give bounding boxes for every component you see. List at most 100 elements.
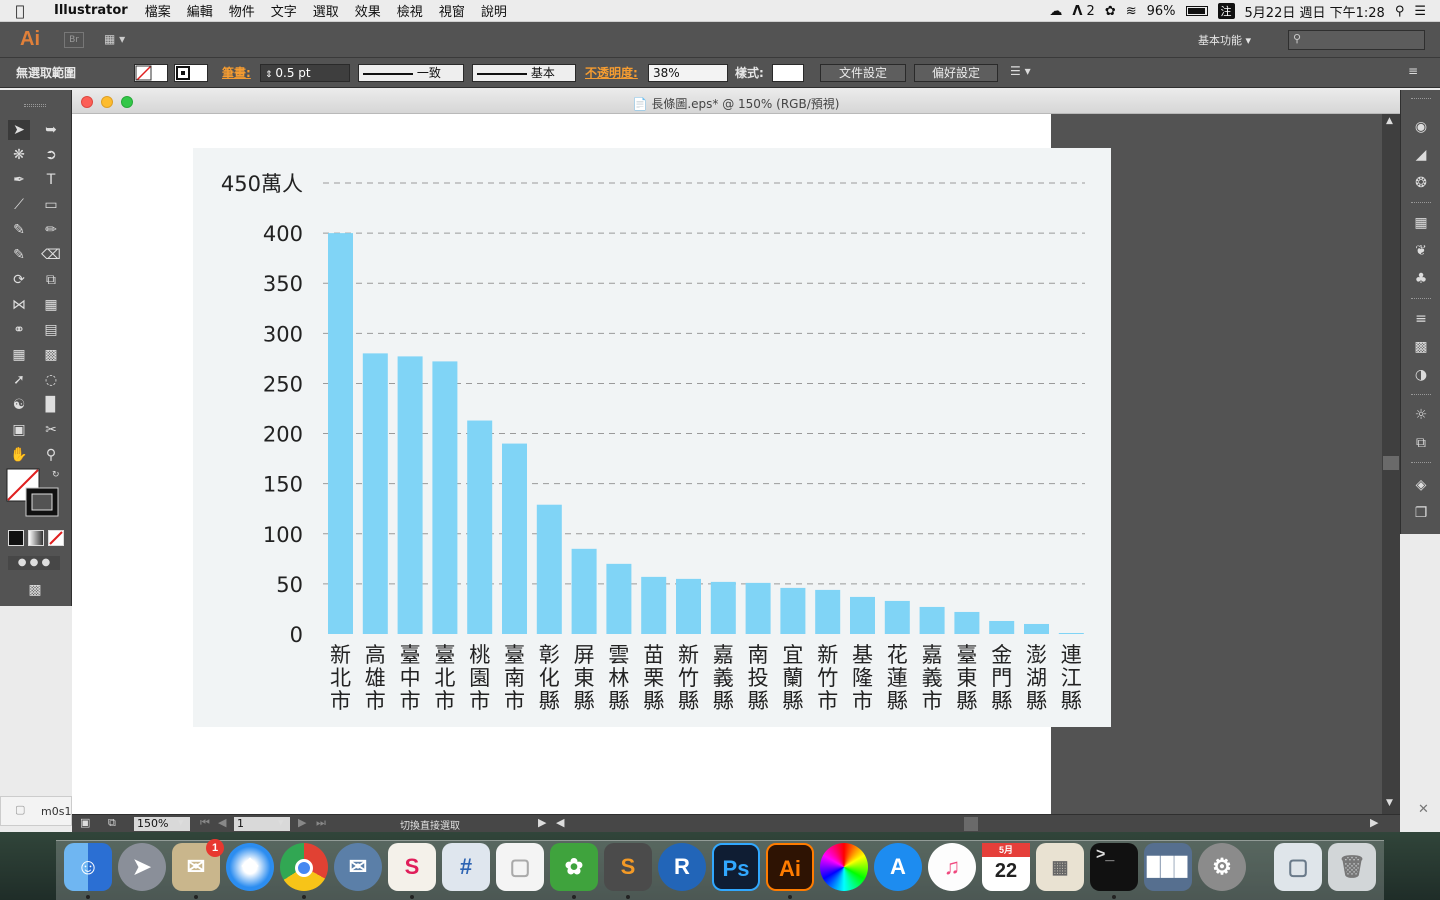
launchpad-icon[interactable]: ➤ — [118, 843, 166, 891]
pen-tool-icon[interactable]: ✒ — [8, 170, 30, 190]
terminal-icon[interactable]: >_ — [1090, 843, 1138, 891]
photoshop-icon[interactable]: Ps — [712, 843, 760, 891]
scroll-left-icon[interactable]: ◀ — [556, 816, 564, 829]
menu-type[interactable]: 文字 — [263, 1, 305, 20]
mail-icon[interactable]: ✉ 1 — [172, 839, 224, 891]
r-app-icon[interactable]: R — [658, 843, 706, 891]
appearance-icon[interactable]: ☼ — [1411, 406, 1431, 424]
symbol-sprayer-tool-icon[interactable]: ☯ — [8, 395, 30, 415]
opacity-label[interactable]: 不透明度: — [585, 64, 638, 82]
opacity-field[interactable]: 38% — [648, 64, 728, 82]
perspective-grid-tool-icon[interactable]: ▤ — [40, 320, 62, 340]
adobe-status[interactable]: Λ 2 — [1072, 4, 1094, 19]
gradient-tool-icon[interactable]: ▩ — [40, 345, 62, 365]
battery-percent[interactable]: 96% — [1147, 4, 1176, 19]
slice-tool-icon[interactable]: ✂ — [40, 420, 62, 440]
shape-builder-tool-icon[interactable]: ⚭ — [8, 320, 30, 340]
canvas[interactable]: 0 50 100 150 200 250 300 350 400 450萬人新北市高雄市臺中市臺北… — [72, 114, 1382, 814]
last-page-icon[interactable]: ⏭ — [316, 816, 326, 830]
rectangle-tool-icon[interactable]: ▭ — [40, 195, 62, 215]
eyedropper-tool-icon[interactable]: ➚ — [8, 370, 30, 390]
battery-icon[interactable] — [1185, 6, 1208, 16]
prev-page-icon[interactable]: ◀ — [218, 816, 226, 829]
activity-monitor-icon[interactable]: ▉▉▉ — [1144, 843, 1192, 891]
gradient-mode-icon[interactable] — [28, 530, 44, 546]
stroke-swatch[interactable] — [174, 64, 208, 82]
line-tool-icon[interactable]: ⟋ — [8, 195, 30, 215]
help-search-input[interactable]: ⚲ — [1288, 30, 1425, 50]
menu-file[interactable]: 檔案 — [137, 1, 179, 20]
stroke-label[interactable]: 筆畫: — [222, 64, 251, 82]
scroll-right-icon[interactable]: ▶ — [1370, 816, 1378, 829]
mesh-tool-icon[interactable]: ▦ — [8, 345, 30, 365]
paintbrush-tool-icon[interactable]: ✎ — [8, 220, 30, 240]
apple-menu-icon[interactable]:  — [0, 2, 40, 20]
next-page-icon[interactable]: ▶ — [298, 816, 306, 829]
direct-selection-tool-icon[interactable]: ➥ — [40, 120, 62, 140]
zoom-tool-icon[interactable]: ⚲ — [40, 445, 62, 465]
artboard-navigator-icon[interactable]: ▣ — [80, 816, 90, 829]
text-file-icon[interactable]: ▢ — [496, 843, 544, 891]
color-mode-icon[interactable] — [8, 530, 24, 546]
chrome-icon[interactable] — [280, 843, 328, 891]
artboards-icon[interactable]: ❐ — [1411, 504, 1431, 522]
app-store-icon[interactable]: A — [874, 843, 922, 891]
document-titlebar[interactable]: 📄 長條圖.eps* @ 150% (RGB/預視) — [72, 90, 1400, 114]
style-swatch[interactable] — [772, 64, 804, 82]
clock[interactable]: 5月22日 週日 下午1:28 — [1245, 2, 1385, 21]
free-transform-tool-icon[interactable]: ▦ — [40, 295, 62, 315]
eraser-tool-icon[interactable]: ⌫ — [40, 245, 62, 265]
menu-window[interactable]: 視窗 — [431, 1, 473, 20]
preferences-button[interactable]: 偏好設定 — [914, 64, 998, 82]
input-method-icon[interactable]: 注 — [1217, 3, 1235, 19]
panel-menu-icon[interactable]: ≡ — [1408, 64, 1418, 82]
column-graph-tool-icon[interactable]: ▉ — [40, 395, 62, 415]
stroke-weight-field[interactable]: ⇕ 0.5 pt — [260, 64, 350, 82]
magic-wand-tool-icon[interactable]: ❋ — [8, 145, 30, 165]
color-panel-icon[interactable]: ◉ — [1411, 118, 1431, 136]
menu-select[interactable]: 選取 — [305, 1, 347, 20]
artboard-tool-icon[interactable]: ▣ — [8, 420, 30, 440]
messages-icon[interactable]: ✉ — [334, 843, 382, 891]
app-menu[interactable]: Illustrator — [40, 3, 137, 18]
scroll-thumb[interactable] — [1383, 456, 1399, 470]
first-page-icon[interactable]: ⏮ — [200, 816, 210, 830]
menu-view[interactable]: 檢視 — [389, 1, 431, 20]
arrange-documents-button[interactable]: ▦ ▾ — [104, 32, 134, 48]
evernote-menu-icon[interactable]: ✿ — [1105, 4, 1116, 19]
hand-tool-icon[interactable]: ✋ — [8, 445, 30, 465]
downloads-folder-icon[interactable]: ▢ — [1274, 843, 1322, 891]
minimized-document-tab[interactable]: ▢ m0s1 — [0, 796, 72, 826]
graphic-styles-icon[interactable]: ⧉ — [1411, 434, 1431, 452]
lasso-tool-icon[interactable]: ➲ — [40, 145, 62, 165]
panel-grip[interactable] — [1411, 98, 1431, 100]
system-preferences-icon[interactable]: ⚙ — [1198, 843, 1246, 891]
none-mode-icon[interactable] — [48, 530, 64, 546]
spotlight-search-icon[interactable]: ⚲ — [1395, 4, 1405, 19]
horizontal-scroll-thumb[interactable] — [964, 817, 978, 831]
stroke-panel-icon[interactable]: ≡ — [1411, 310, 1431, 328]
page-dropdown-icon[interactable]: ▾ — [278, 816, 284, 829]
menu-object[interactable]: 物件 — [221, 1, 263, 20]
menu-help[interactable]: 說明 — [473, 1, 515, 20]
illustrator-icon[interactable]: Ai — [766, 843, 814, 891]
brushes-icon[interactable]: ❦ — [1411, 242, 1431, 260]
symbols-icon[interactable]: ♣ — [1411, 270, 1431, 288]
status-menu-icon[interactable]: ▶ — [538, 816, 546, 829]
color-picker-icon[interactable] — [820, 843, 868, 891]
width-tool-icon[interactable]: ⋈ — [8, 295, 30, 315]
fill-swatch[interactable] — [134, 64, 168, 82]
arrange-menu-icon[interactable]: ☰ ▾ — [1010, 64, 1031, 82]
scale-tool-icon[interactable]: ⧉ — [40, 270, 62, 290]
blob-brush-tool-icon[interactable]: ✎ — [8, 245, 30, 265]
pencil-tool-icon[interactable]: ✏ — [40, 220, 62, 240]
brush-dropdown[interactable]: 基本 — [472, 64, 576, 82]
rotate-tool-icon[interactable]: ⟳ — [8, 270, 30, 290]
document-setup-button[interactable]: 文件設定 — [820, 64, 906, 82]
bridge-button[interactable]: Br — [64, 32, 84, 48]
screen-mode-icon[interactable]: ▩ — [24, 580, 46, 600]
scroll-up-icon[interactable]: ▲ — [1386, 116, 1393, 126]
safari-icon[interactable]: ❖ — [226, 843, 274, 891]
variable-width-dropdown[interactable]: 一致 — [358, 64, 464, 82]
scroll-down-icon[interactable]: ▼ — [1386, 798, 1393, 808]
